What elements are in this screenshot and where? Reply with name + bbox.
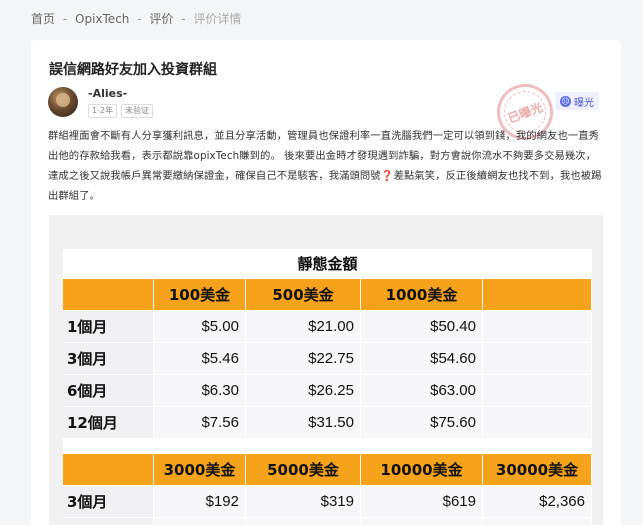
table-cell: $2,366 xyxy=(483,486,592,518)
breadcrumb-reviews[interactable]: 评价 xyxy=(149,12,173,26)
avatar[interactable] xyxy=(48,87,78,117)
table-cell: $31.50 xyxy=(246,407,361,439)
table-header-cell xyxy=(63,454,154,486)
table-cell xyxy=(483,375,592,407)
post-body: 群組裡面會不斷有人分享獲利訊息，並且分享活動，管理員也保證利率一直洗腦我們一定可… xyxy=(48,130,602,202)
returns-table-1: 100美金 500美金 1000美金 1個月 $5.00 $21.00 $50.… xyxy=(63,279,592,439)
expose-label: 曝光 xyxy=(574,97,594,109)
table-cell xyxy=(483,311,592,343)
table-cell: $5.00 xyxy=(154,311,246,343)
table-cell: $5.46 xyxy=(154,343,246,375)
table-header-cell: 30000美金 xyxy=(483,454,592,486)
investment-table-image: 靜態金額 100美金 500美金 1000美金 1個月 $5.00 $21.00… xyxy=(63,249,592,525)
table-cell xyxy=(483,343,592,375)
table-header-cell: 10000美金 xyxy=(361,454,483,486)
table-cell: $7.56 xyxy=(154,407,246,439)
breadcrumb-separator: - xyxy=(137,12,142,26)
table-cell xyxy=(483,407,592,439)
breadcrumb-company[interactable]: OpixTech xyxy=(75,12,129,26)
expose-badge[interactable]: ☹ 曝光 xyxy=(555,92,599,110)
table-row-label: 12個月 xyxy=(63,407,154,439)
table-cell: $75.60 xyxy=(361,407,483,439)
author-tags: 1-2年 未验证 xyxy=(88,104,154,118)
table-cell: $63.00 xyxy=(361,375,483,407)
table-row-label: 3個月 xyxy=(63,343,154,375)
breadcrumb-current: 评价详情 xyxy=(193,12,242,26)
table-header-cell: 1000美金 xyxy=(361,279,483,311)
table-header-cell: 3000美金 xyxy=(154,454,246,486)
stamp-text: 已曝光 xyxy=(505,99,545,126)
table-cell: $50.40 xyxy=(361,311,483,343)
table-cell: $619 xyxy=(361,486,483,518)
table-header-cell xyxy=(483,279,592,311)
table-cell: $6.30 xyxy=(154,375,246,407)
post-image[interactable]: 靜態金額 100美金 500美金 1000美金 1個月 $5.00 $21.00… xyxy=(49,215,603,525)
breadcrumb: 首页 - OpixTech - 评价 - 评价详情 xyxy=(31,10,241,27)
table-cell: $192 xyxy=(154,486,246,518)
table-header-cell: 5000美金 xyxy=(246,454,361,486)
table-cell xyxy=(246,518,361,525)
table-title: 靜態金額 xyxy=(297,255,358,273)
table-cell: $54.60 xyxy=(361,343,483,375)
table-row-label: 3個月 xyxy=(63,486,154,518)
table-header-cell: 100美金 xyxy=(154,279,246,311)
breadcrumb-home[interactable]: 首页 xyxy=(31,12,55,26)
table-header-cell: 500美金 xyxy=(246,279,361,311)
returns-table-2: 3000美金 5000美金 10000美金 30000美金 3個月 $192 $… xyxy=(63,454,592,525)
breadcrumb-separator: - xyxy=(181,12,186,26)
sad-face-icon: ☹ xyxy=(560,95,571,107)
table-row-label xyxy=(63,518,154,525)
table-cell: $319 xyxy=(246,486,361,518)
experience-tag: 1-2年 xyxy=(88,104,118,118)
table-cell xyxy=(154,518,246,525)
table-row-label: 6個月 xyxy=(63,375,154,407)
table-cell: $21.00 xyxy=(246,311,361,343)
post-title: 誤信網路好友加入投資群組 xyxy=(49,62,217,78)
table-cell xyxy=(361,518,483,525)
breadcrumb-separator: - xyxy=(62,12,68,26)
table-row-label: 1個月 xyxy=(63,311,154,343)
table-cell xyxy=(483,518,592,525)
table-cell: $22.75 xyxy=(246,343,361,375)
review-card: 誤信網路好友加入投資群組 -Alies- 1-2年 未验证 已曝光 ☹ 曝光 群… xyxy=(31,40,621,525)
verification-tag: 未验证 xyxy=(121,104,154,118)
author-name[interactable]: -Alies- xyxy=(88,87,127,100)
table-header-cell xyxy=(63,279,154,311)
table-cell: $26.25 xyxy=(246,375,361,407)
